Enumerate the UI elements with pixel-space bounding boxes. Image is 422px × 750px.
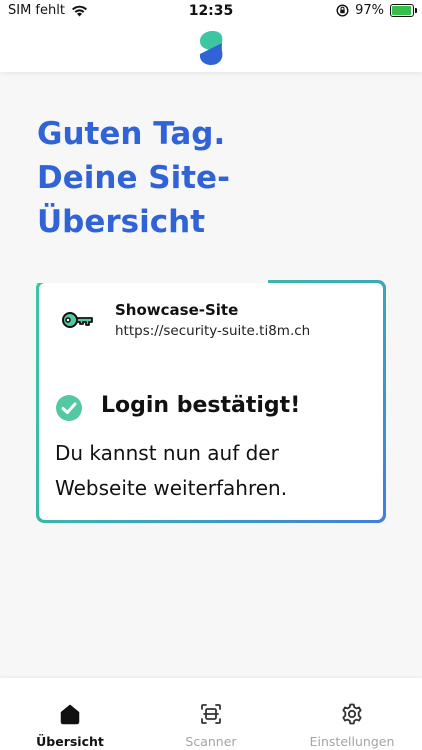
site-card-body: Showcase-Site https://security-suite.ti8… (39, 283, 383, 520)
status-bar: SIM fehlt 12:35 97% (0, 0, 422, 24)
login-status-title: Login bestätigt! (101, 393, 301, 418)
s-logo-icon (199, 31, 223, 65)
scan-icon (201, 704, 221, 724)
battery-percent: 97% (355, 3, 384, 18)
status-right: 97% (336, 3, 417, 18)
tab-label-einstellungen: Einstellungen (309, 734, 395, 749)
greeting-line-2: Deine Site- (37, 160, 230, 196)
check-circle-icon (56, 395, 82, 421)
greeting-line-1: Guten Tag. (37, 116, 226, 152)
battery-fill (392, 6, 412, 15)
site-name: Showcase-Site (115, 301, 239, 319)
page-title: Guten Tag. Deine Site- Übersicht (37, 112, 357, 244)
login-status-text: Du kannst nun auf der Webseite weiterfah… (55, 441, 288, 500)
tab-einstellungen[interactable]: Einstellungen (282, 678, 422, 750)
gear-icon (342, 703, 362, 725)
key-icon (62, 312, 93, 328)
tab-label-uebersicht: Übersicht (36, 734, 104, 749)
greeting-line-3: Übersicht (37, 204, 206, 240)
battery-icon (390, 4, 417, 17)
home-icon (60, 704, 80, 725)
tab-scanner[interactable]: Scanner (141, 678, 281, 750)
tab-uebersicht[interactable]: Übersicht (0, 678, 140, 750)
tab-label-scanner: Scanner (185, 734, 237, 749)
app-header (0, 24, 422, 72)
tab-bar: Übersicht Scanner Einstellungen (0, 678, 422, 750)
orientation-lock-icon (336, 4, 349, 17)
site-card[interactable]: Showcase-Site https://security-suite.ti8… (33, 277, 386, 523)
site-url: https://security-suite.ti8m.ch (115, 323, 311, 339)
